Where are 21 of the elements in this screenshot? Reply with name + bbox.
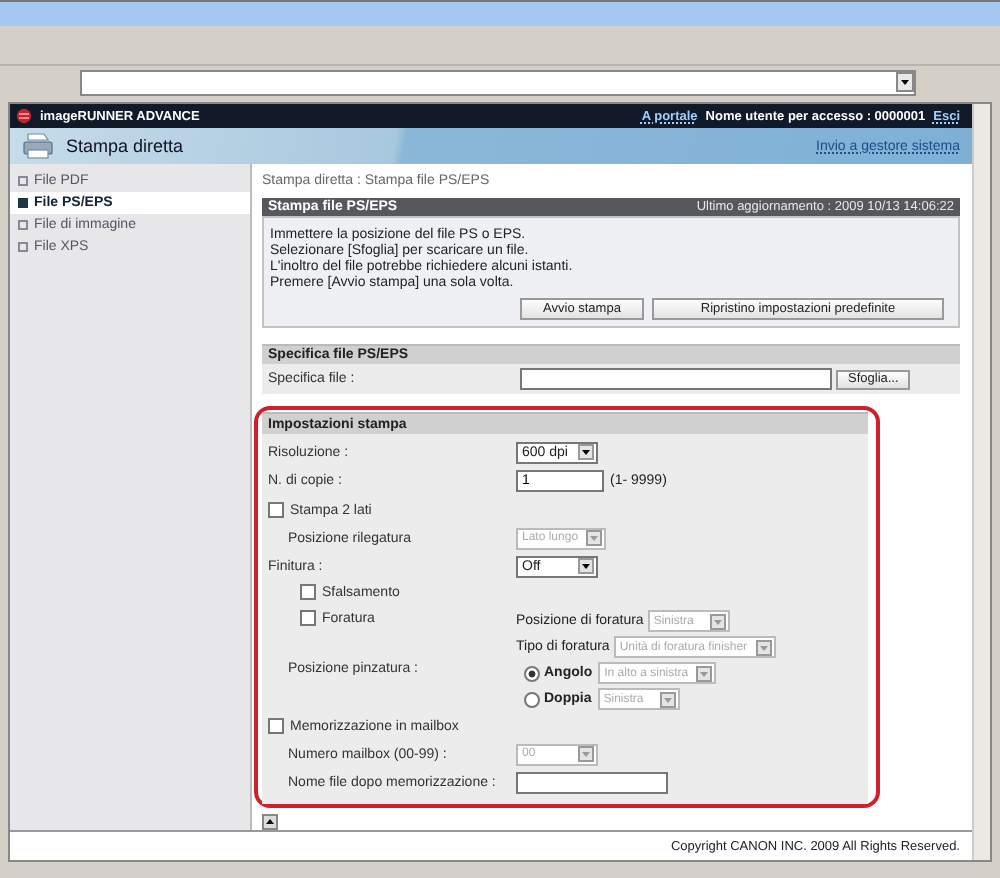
checkbox[interactable]: [268, 718, 284, 734]
caret-icon: [578, 558, 594, 574]
scroll-top-icon[interactable]: [262, 814, 278, 830]
filename-field[interactable]: [516, 771, 668, 793]
logo-icon: [16, 108, 32, 124]
caret-icon: [659, 691, 676, 707]
checkbox[interactable]: [268, 502, 284, 518]
printer-icon: [22, 132, 54, 160]
caret-icon: [578, 444, 594, 460]
caret-icon: [586, 530, 603, 546]
caret-icon: [755, 639, 772, 655]
checkbox[interactable]: [300, 584, 316, 600]
address-field[interactable]: [80, 69, 916, 95]
caret-icon: [896, 72, 914, 92]
file-field[interactable]: [520, 368, 832, 390]
checkbox[interactable]: [300, 610, 316, 626]
caret-icon: [709, 613, 726, 629]
caret-icon: [578, 746, 594, 762]
page-title: Stampa diretta: [66, 136, 184, 156]
scrollbar[interactable]: [972, 104, 990, 860]
caret-icon: [696, 665, 713, 681]
